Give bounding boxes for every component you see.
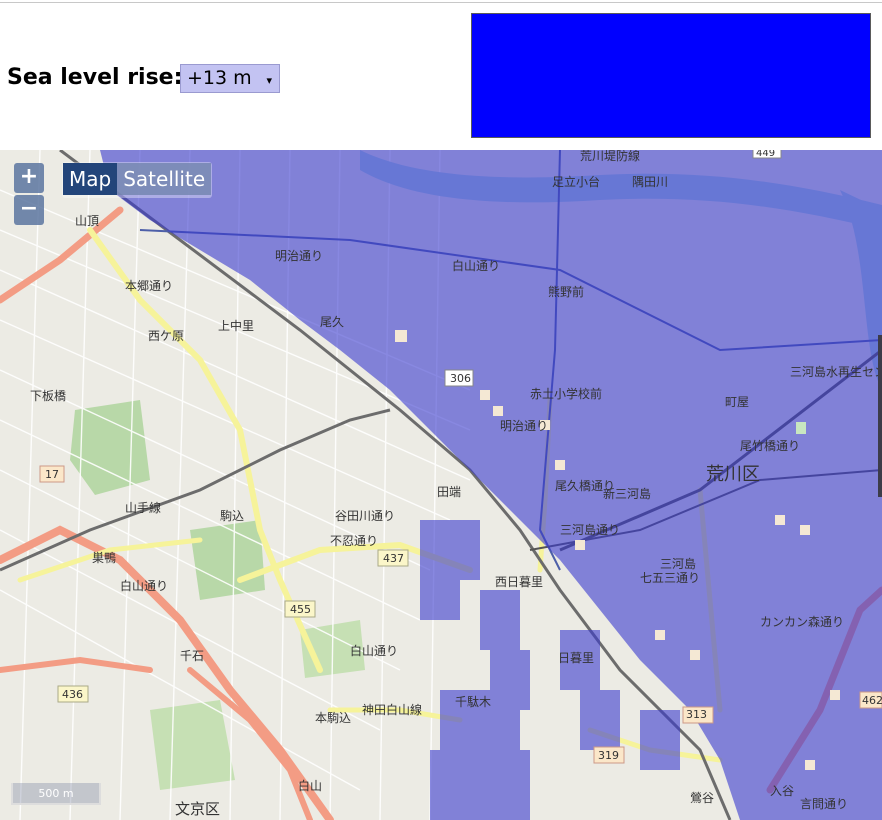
map-label: 西ケ原 <box>148 329 184 343</box>
map-label: 新三河島 <box>603 486 651 501</box>
map-label: 白山通り <box>452 258 500 273</box>
map-label: 不忍通り <box>330 534 378 548</box>
zoom-in-button[interactable]: + <box>14 163 44 193</box>
map-label: 山頂 <box>75 214 99 228</box>
map-type-control: Map Satellite <box>62 162 213 198</box>
map-label: 白山通り <box>350 643 398 658</box>
map-label: 荒川堤防線 <box>580 150 640 163</box>
map-label: 本郷通り <box>125 279 173 293</box>
flood-color-legend <box>471 13 871 138</box>
park-area <box>190 520 265 600</box>
map-label: 三河島通り <box>560 522 620 537</box>
map-label: 尾竹橋通り <box>740 439 800 453</box>
map-label: 田端 <box>437 485 461 499</box>
map-label: 熊野前 <box>548 284 584 299</box>
map-label: 白山 <box>298 778 322 793</box>
map-type-satellite-button[interactable]: Satellite <box>117 163 212 195</box>
scale-bar: 500 m <box>11 783 101 805</box>
sea-level-select[interactable]: +13 m ▾ <box>180 64 280 93</box>
map-tiles: 荒川堤防線 足立小台 隅田川 山頂 明治通り 熊野前 白山通り 本郷通り 西ケ原… <box>0 150 882 820</box>
control-header: Sea level rise: +13 m ▾ <box>0 3 882 150</box>
route-shield-437: 437 <box>383 552 404 565</box>
map-label: カンカン森通り <box>760 614 844 629</box>
map-label: 神田白山線 <box>362 702 422 717</box>
map-label: 尾久 <box>320 315 344 329</box>
map-label: 下板橋 <box>30 389 66 403</box>
map-label: 文京区 <box>175 800 220 818</box>
route-shield-319: 319 <box>598 749 619 762</box>
map-label: 入谷 <box>770 784 794 798</box>
map-label: 谷田川通り <box>335 509 395 523</box>
zoom-out-button[interactable]: − <box>14 195 44 225</box>
route-shield-449: 449 <box>756 150 775 159</box>
map-label: 三河島水再生センター <box>790 364 882 379</box>
map-edge-scrollbar[interactable] <box>878 335 882 497</box>
chevron-down-icon: ▾ <box>266 74 272 87</box>
route-shield-455: 455 <box>290 603 311 616</box>
map-label: 隅田川 <box>632 175 668 189</box>
map-label: 七五三通り <box>640 571 700 585</box>
map-label: 三河島 <box>660 556 696 571</box>
map-canvas[interactable]: 荒川堤防線 足立小台 隅田川 山頂 明治通り 熊野前 白山通り 本郷通り 西ケ原… <box>0 150 882 820</box>
green-spot <box>796 422 806 434</box>
map-label: 駒込 <box>220 509 244 523</box>
map-label: 上中里 <box>218 318 254 333</box>
map-label: 山手線 <box>125 500 161 515</box>
map-label: 巣鴨 <box>92 551 116 565</box>
map-label: 言問通り <box>800 797 848 811</box>
map-label: 西日暮里 <box>495 575 543 589</box>
map-label: 足立小台 <box>552 174 600 189</box>
route-shield-313: 313 <box>686 708 707 721</box>
map-label: 町屋 <box>725 395 749 409</box>
map-label: 明治通り <box>275 249 323 263</box>
map-type-map-button[interactable]: Map <box>63 163 118 195</box>
map-label: 日暮里 <box>558 651 594 665</box>
map-label: 千石 <box>180 649 204 663</box>
map-label: 赤土小学校前 <box>530 386 602 401</box>
map-label: 鶯谷 <box>690 790 714 805</box>
map-label: 本駒込 <box>315 711 351 725</box>
route-shield-462: 462 <box>862 694 882 707</box>
sea-level-selected-value: +13 m <box>187 67 252 89</box>
route-shield-17: 17 <box>45 468 59 481</box>
sea-level-label: Sea level rise: <box>7 65 183 90</box>
route-shield-436: 436 <box>62 688 83 701</box>
route-shield-306: 306 <box>450 372 471 385</box>
map-label: 白山通り <box>120 578 168 593</box>
map-label: 荒川区 <box>706 464 760 485</box>
map-label: 明治通り <box>500 419 548 433</box>
map-label: 千駄木 <box>455 694 491 709</box>
